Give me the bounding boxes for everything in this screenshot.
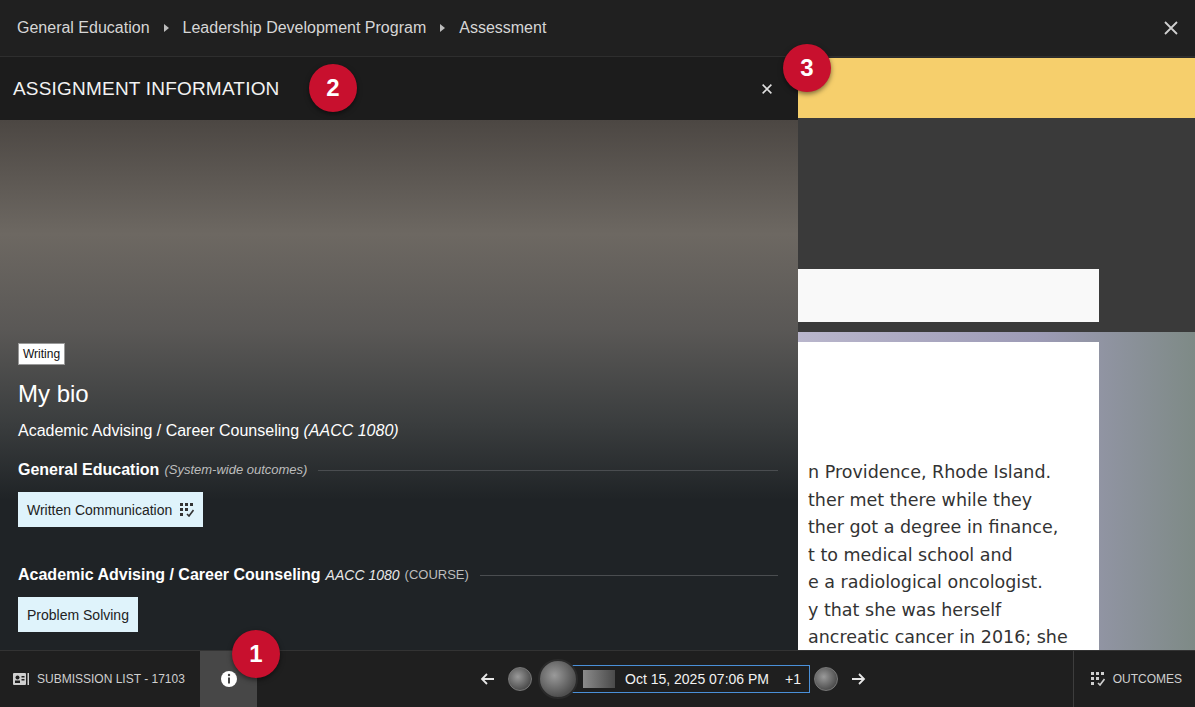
divider: [480, 575, 778, 576]
document-area: n Providence, Rhode Island.ther met ther…: [798, 332, 1195, 650]
breadcrumbs: General Education Leadership Development …: [17, 19, 1163, 37]
arrow-left-icon[interactable]: [480, 671, 496, 687]
outcome-chip[interactable]: Written Communication: [18, 492, 203, 527]
submission-thumbnail[interactable]: [814, 667, 838, 691]
document-line: n Providence, Rhode Island.: [808, 459, 1093, 487]
outcome-chip[interactable]: Problem Solving: [18, 597, 138, 632]
document-line: t to medical school and: [808, 542, 1093, 570]
info-icon: [220, 670, 238, 688]
assignment-tag: Writing: [18, 343, 65, 365]
callout-badge: 2: [309, 64, 357, 112]
callout-badge: 3: [783, 44, 831, 92]
hero-photo: Writing My bio Academic Advising / Career …: [0, 120, 798, 650]
outcomes-button[interactable]: OUTCOMES: [1073, 651, 1195, 707]
submission-thumbnail[interactable]: [538, 659, 578, 699]
submission-header: [798, 118, 1195, 332]
breadcrumb-separator-icon: [440, 24, 445, 32]
submission-thumbnail[interactable]: [508, 667, 532, 691]
rubric-icon: [1091, 672, 1105, 686]
submission-list-button[interactable]: SUBMISSION LIST - 17103: [0, 651, 200, 707]
breadcrumb-item[interactable]: Leadership Development Program: [183, 19, 427, 37]
assignment-panel: ASSIGNMENT INFORMATION23 Writing My bio Aca…: [0, 57, 798, 650]
assignment-title: My bio: [18, 380, 778, 408]
close-icon[interactable]: [760, 82, 774, 96]
breadcrumb-item[interactable]: Assessment: [459, 19, 546, 37]
divider: [318, 470, 778, 471]
panel-title: ASSIGNMENT INFORMATION: [13, 78, 760, 100]
attachment-thumbnail: [583, 670, 615, 688]
submission-field: [798, 269, 1099, 322]
close-icon[interactable]: [1163, 20, 1179, 36]
top-bar: General Education Leadership Development …: [0, 0, 1195, 57]
document-line: e a radiological oncologist.: [808, 569, 1093, 597]
document-line: ther met there while they: [808, 487, 1093, 515]
document-line: ancreatic cancer in 2016; she: [808, 624, 1093, 650]
document-line: ther got a degree in finance,: [808, 514, 1093, 542]
assignment-course: Academic Advising / Career Counseling (A…: [18, 421, 778, 441]
document-page: n Providence, Rhode Island.ther met ther…: [798, 342, 1099, 650]
bottom-bar: SUBMISSION LIST - 171031 Oct 15, 2025 07:…: [0, 650, 1195, 707]
arrow-right-icon[interactable]: [850, 671, 866, 687]
info-button[interactable]: 1: [200, 651, 257, 707]
document-line: y that she was herself: [808, 597, 1093, 625]
breadcrumb-item[interactable]: General Education: [17, 19, 150, 37]
callout-badge: 1: [232, 630, 280, 678]
main-area: ASSIGNMENT INFORMATION23 Writing My bio Aca…: [0, 57, 1195, 650]
submission-view: n Providence, Rhode Island.ther met ther…: [798, 57, 1195, 650]
panel-header: ASSIGNMENT INFORMATION23: [0, 57, 798, 120]
rubric-icon: [180, 503, 194, 517]
status-banner: [798, 58, 1195, 118]
section-header: General Education(System-wide outcomes): [18, 460, 778, 480]
outcome-section: Academic Advising / Career CounselingAAC…: [18, 565, 778, 632]
outcome-section: General Education(System-wide outcomes) W…: [18, 460, 778, 527]
assessment-screen: General Education Leadership Development …: [0, 0, 1195, 707]
submission-navigator: Oct 15, 2025 07:06 PM+1: [480, 651, 866, 707]
selected-submission[interactable]: Oct 15, 2025 07:06 PM+1: [572, 665, 810, 693]
breadcrumb-separator-icon: [164, 24, 169, 32]
id-card-icon: [12, 672, 31, 686]
section-header: Academic Advising / Career CounselingAAC…: [18, 565, 778, 585]
